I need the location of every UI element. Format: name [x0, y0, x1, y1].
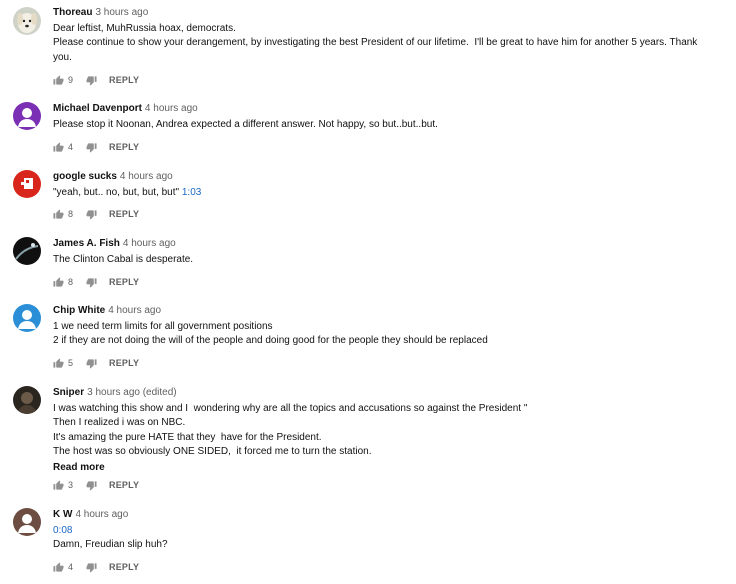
comment-time[interactable]: 3 hours ago (edited)	[87, 387, 177, 398]
default-person-avatar[interactable]	[13, 304, 41, 332]
reply-button[interactable]: REPLY	[109, 277, 139, 287]
comment-line: The Clinton Cabal is desperate.	[53, 254, 194, 265]
author-name[interactable]: Thoreau	[53, 7, 92, 18]
like-count: 5	[68, 358, 74, 368]
comment-time[interactable]: 4 hours ago	[145, 103, 198, 114]
comment-time[interactable]: 4 hours ago	[123, 238, 176, 249]
comment-body: Sniper 3 hours ago (edited) I was watchin…	[53, 386, 728, 475]
comment-line: I was watching this show and I wondering…	[53, 403, 528, 414]
comment-body: google sucks 4 hours ago "yeah, but.. no,…	[53, 170, 728, 200]
reply-button[interactable]: REPLY	[109, 358, 139, 368]
reply-button[interactable]: REPLY	[109, 562, 139, 572]
reply-button[interactable]: REPLY	[109, 480, 139, 490]
comment-text: 0:08 Damn, Freudian slip huh?	[53, 524, 728, 553]
comment-line: "yeah, but.. no, but, but, but" 1:03	[53, 186, 728, 200]
comment-time[interactable]: 4 hours ago	[120, 171, 173, 182]
like-count: 4	[68, 562, 74, 572]
thumbs-down-icon[interactable]	[86, 277, 97, 288]
thumbs-up-icon[interactable]	[53, 479, 64, 491]
author-name[interactable]: Sniper	[53, 387, 84, 398]
default-person-avatar[interactable]	[13, 102, 41, 130]
comment-time[interactable]: 4 hours ago	[108, 305, 161, 316]
comment-body: James A. Fish 4 hours ago The Clinton Cab…	[53, 237, 728, 267]
thumbs-down-icon[interactable]	[86, 480, 97, 491]
comment-line: The host was so obviously ONE SIDED, it …	[53, 446, 372, 458]
author-name[interactable]: Michael Davenport	[53, 103, 142, 114]
comment-actions: 4 REPLY	[53, 560, 139, 574]
comment-body: Thoreau 3 hours ago Dear leftist, MuhRuss…	[53, 6, 728, 65]
comment-text: 1 we need term limits for all government…	[53, 320, 728, 349]
comment-line: 2 if they are not doing the will of the …	[53, 335, 488, 347]
red-flag-avatar[interactable]	[13, 170, 41, 198]
dark-photo-avatar[interactable]	[13, 386, 41, 414]
like-count: 9	[68, 75, 74, 85]
author-name[interactable]: James A. Fish	[53, 238, 120, 249]
like-count: 8	[68, 277, 74, 287]
comment-quote: "yeah, but.. no, but, but, but"	[53, 187, 182, 198]
comment-line: Please stop it Noonan, Andrea expected a…	[53, 119, 438, 130]
dark-photo-avatar[interactable]	[13, 237, 41, 265]
reply-button[interactable]: REPLY	[109, 142, 139, 152]
comment-header: google sucks 4 hours ago	[53, 170, 728, 184]
comment-time[interactable]: 4 hours ago	[75, 509, 128, 520]
author-name[interactable]: google sucks	[53, 171, 117, 182]
thumbs-up-icon[interactable]	[53, 276, 64, 288]
thumbs-up-icon[interactable]	[53, 74, 64, 86]
comment-header: Sniper 3 hours ago (edited)	[53, 386, 728, 400]
comment-line: Damn, Freudian slip huh?	[53, 539, 168, 551]
thumbs-down-icon[interactable]	[86, 562, 97, 573]
comment-body: Michael Davenport 4 hours ago Please stop…	[53, 102, 728, 132]
thumbs-up-icon[interactable]	[53, 208, 64, 220]
comment-header: K W4 hours ago	[53, 508, 728, 522]
comment-text: Dear leftist, MuhRussia hoax, democrats.…	[53, 22, 728, 65]
like-count: 3	[68, 480, 74, 490]
comment-actions: 8 REPLY	[53, 207, 139, 221]
comment-actions: 3 REPLY	[53, 478, 139, 492]
comment-line: It's amazing the pure HATE that they hav…	[53, 431, 322, 443]
comment-text: The Clinton Cabal is desperate.	[53, 253, 728, 267]
comment-header: Thoreau 3 hours ago	[53, 6, 728, 20]
comment-actions: 5 REPLY	[53, 356, 139, 370]
thumbs-down-icon[interactable]	[86, 75, 97, 86]
thumbs-up-icon[interactable]	[53, 561, 64, 573]
comment-body: K W4 hours ago 0:08 Damn, Freudian slip …	[53, 508, 728, 553]
comment-actions: 9 REPLY	[53, 73, 139, 87]
timestamp-link[interactable]: 1:03	[182, 187, 201, 198]
thumbs-down-icon[interactable]	[86, 209, 97, 220]
comment-header: Chip White 4 hours ago	[53, 304, 728, 318]
comment-line: Dear leftist, MuhRussia hoax, democrats.	[53, 23, 236, 34]
comment-header: James A. Fish 4 hours ago	[53, 237, 728, 251]
comment-line: Please continue to show your derangement…	[53, 37, 698, 49]
thumbs-up-icon[interactable]	[53, 141, 64, 153]
comment-body: Chip White 4 hours ago 1 we need term lim…	[53, 304, 728, 349]
comment-actions: 8 REPLY	[53, 275, 139, 289]
comment-header: Michael Davenport 4 hours ago	[53, 102, 728, 116]
comment-line: you.	[53, 51, 72, 63]
comment-line: 1 we need term limits for all government…	[53, 321, 273, 332]
comment-actions: 4 REPLY	[53, 140, 139, 154]
comment-text: I was watching this show and I wondering…	[53, 402, 728, 460]
author-name[interactable]: K W	[53, 509, 72, 520]
comment-text: Please stop it Noonan, Andrea expected a…	[53, 118, 728, 132]
thumbs-down-icon[interactable]	[86, 358, 97, 369]
author-name[interactable]: Chip White	[53, 305, 105, 316]
comment-time[interactable]: 3 hours ago	[95, 7, 148, 18]
timestamp-link[interactable]: 0:08	[53, 524, 728, 538]
like-count: 8	[68, 209, 74, 219]
like-count: 4	[68, 142, 74, 152]
dog-avatar[interactable]	[13, 7, 41, 35]
reply-button[interactable]: REPLY	[109, 75, 139, 85]
default-person-avatar[interactable]	[13, 508, 41, 536]
comment-text: "yeah, but.. no, but, but, but" 1:03	[53, 186, 728, 200]
comment-line: Then I realized i was on NBC.	[53, 417, 186, 429]
read-more-link[interactable]: Read more	[53, 461, 728, 475]
reply-button[interactable]: REPLY	[109, 209, 139, 219]
thumbs-down-icon[interactable]	[86, 142, 97, 153]
thumbs-up-icon[interactable]	[53, 357, 64, 369]
